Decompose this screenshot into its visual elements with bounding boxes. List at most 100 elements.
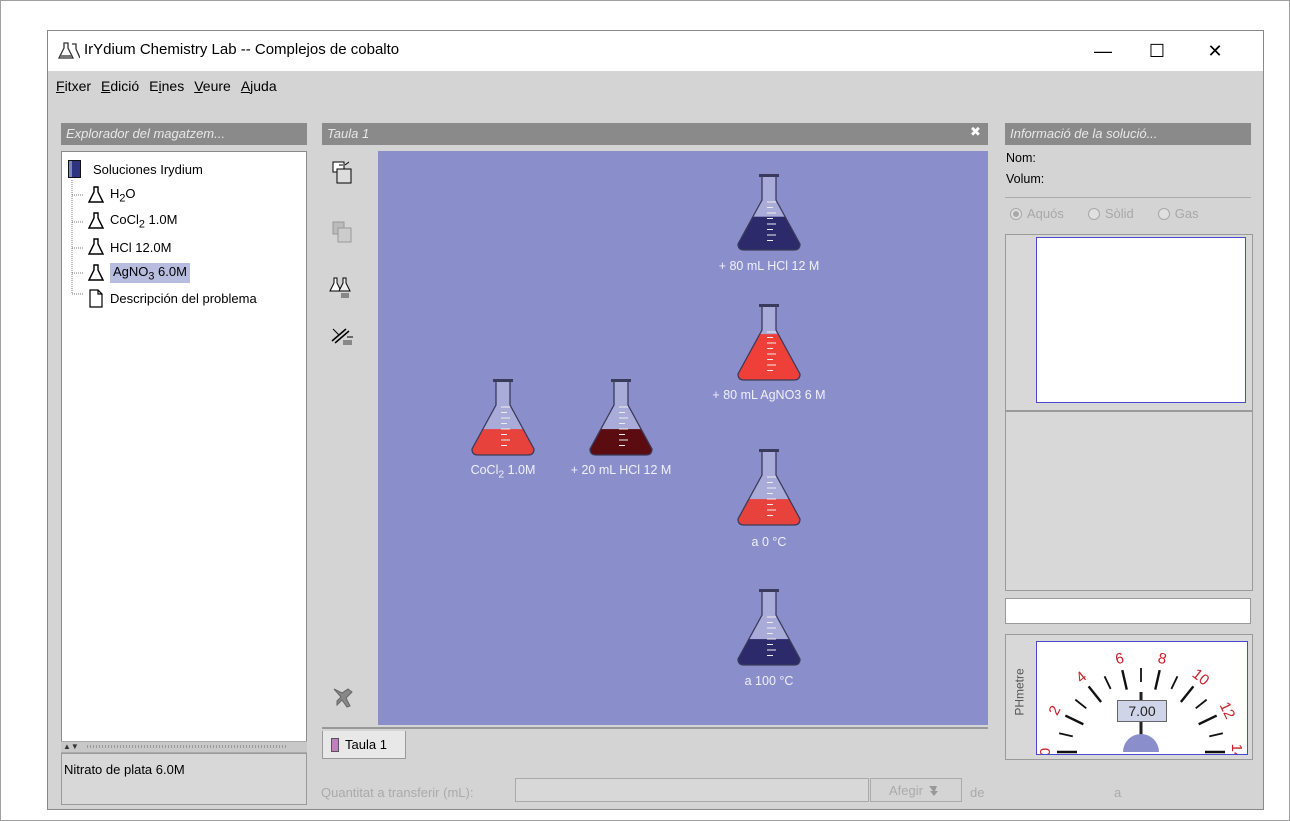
- maximize-icon: ☐: [1148, 40, 1166, 61]
- ph-gauge: 0 2 4 6 8 1012 14: [1037, 650, 1245, 754]
- info-divider: [1005, 197, 1251, 198]
- info-header: Informació de la solució...: [1005, 123, 1251, 145]
- tree-item-agno3[interactable]: AgNO3 6.0M: [88, 262, 190, 284]
- tree-root-label: Soluciones Irydium: [93, 161, 203, 177]
- ph-tick: [1064, 714, 1084, 726]
- ph-tick: [1154, 669, 1161, 690]
- transfer-amount-input[interactable]: [515, 778, 869, 802]
- ph-meter-label: PHmetre: [1012, 668, 1027, 716]
- state-radio-group: Aquós Sòlid Gas: [1010, 206, 1260, 221]
- radio-dot-icon: [1157, 207, 1170, 220]
- menu-tools[interactable]: Eines: [149, 78, 184, 94]
- radio-label: Gas: [1174, 206, 1199, 221]
- app-flask-icon: [58, 42, 80, 59]
- erlenmeyer-flask[interactable]: [471, 379, 535, 456]
- transfer-from-label: de: [970, 785, 985, 800]
- splitter-handle[interactable]: ▲▼: [61, 741, 307, 753]
- flask-icon: [88, 186, 104, 203]
- tree-item-label: CoCl2 1.0M: [110, 211, 178, 231]
- tree-item-hcl[interactable]: HCl 12.0M: [88, 236, 171, 258]
- workbench-tab-icon: [331, 737, 339, 752]
- app-window: IrYdium Chemistry Lab -- Complejos de co…: [47, 30, 1264, 810]
- explorer-status: Nitrato de plata 6.0M: [64, 762, 185, 777]
- ph-tick: [1121, 669, 1128, 690]
- minimize-button[interactable]: —: [1080, 31, 1126, 71]
- erlenmeyer-flask[interactable]: [737, 304, 801, 381]
- flask-label: + 80 mL AgNO3 6 M: [712, 388, 826, 402]
- tree-item-label: Descripción del problema: [110, 290, 257, 306]
- workbench-canvas[interactable]: CoCl2 1.0M + 20 mL HCl 12 M + 80 mL HCl …: [378, 151, 988, 725]
- ph-tick: [1087, 685, 1103, 703]
- ph-label-column: PHmetre: [1006, 635, 1034, 757]
- menu-file[interactable]: Fitxer: [56, 78, 91, 94]
- erlenmeyer-flask[interactable]: [737, 589, 801, 666]
- flask-label: a 0 °C: [751, 535, 787, 549]
- ph-value: 7.00: [1117, 700, 1167, 722]
- menu-bar: Fitxer Edició Eines Veure Ajuda: [48, 71, 1263, 101]
- flask-icon: [88, 238, 104, 255]
- properties-panel: [1005, 411, 1253, 591]
- ph-tick: [1074, 698, 1087, 710]
- maximize-button[interactable]: ☐: [1134, 31, 1180, 71]
- workbench-title: Taula 1: [327, 126, 370, 141]
- burner-tool-icon[interactable]: [329, 323, 355, 349]
- erlenmeyer-flask[interactable]: [737, 449, 801, 526]
- ph-tick: [1209, 732, 1224, 738]
- transfer-bar: Quantitat a transferir (mL): Afegir de a: [318, 773, 1260, 805]
- ph-tick-label: 12: [1216, 699, 1239, 721]
- erlenmeyer-flask[interactable]: [589, 379, 653, 456]
- transfer-label: Quantitat a transferir (mL):: [321, 785, 474, 800]
- ph-tick-label: 14: [1228, 744, 1245, 754]
- flask-liquid: [738, 216, 800, 250]
- explorer-tree[interactable]: Soluciones Irydium H2O CoCl2 1.0M HCl 12…: [61, 151, 307, 743]
- menu-view[interactable]: Veure: [194, 78, 231, 94]
- radio-solid[interactable]: Sòlid: [1087, 206, 1134, 221]
- ph-tick: [1179, 685, 1195, 703]
- transfer-to-label: a: [1114, 785, 1122, 800]
- name-label: Nom:: [1006, 151, 1036, 165]
- tree-root[interactable]: Soluciones Irydium: [68, 158, 203, 180]
- contents-chart-frame: [1005, 234, 1253, 411]
- volume-label: Volum:: [1006, 172, 1045, 186]
- splitter-grip: [87, 745, 288, 749]
- tree-item-label: AgNO3 6.0M: [110, 262, 190, 284]
- tree-item-cocl2[interactable]: CoCl2 1.0M: [88, 210, 177, 232]
- ph-tick-label: 6: [1114, 650, 1126, 668]
- title-bar[interactable]: IrYdium Chemistry Lab -- Complejos de co…: [48, 31, 1263, 71]
- document-icon: [89, 288, 103, 308]
- menu-help[interactable]: Ajuda: [241, 78, 277, 94]
- explorer-header: Explorador del magatzem...: [61, 123, 307, 145]
- ph-tick-label: 8: [1156, 650, 1168, 668]
- new-solution-icon[interactable]: [331, 159, 353, 187]
- ph-tick-label: 4: [1073, 668, 1090, 686]
- tree-item-h2o[interactable]: H2O: [88, 184, 136, 206]
- ph-meter: PHmetre 0 2 4 6 8 10 12 14 7.00: [1005, 634, 1253, 760]
- ph-tick-label: 10: [1189, 665, 1213, 689]
- add-flask-icon[interactable]: [329, 276, 355, 302]
- add-button[interactable]: Afegir: [870, 778, 962, 802]
- repository-icon: [68, 160, 81, 178]
- radio-aqueous[interactable]: Aquós: [1010, 206, 1064, 221]
- explorer-status-box: Nitrato de plata 6.0M: [61, 753, 307, 805]
- pin-icon[interactable]: [331, 686, 355, 708]
- contents-chart-area: [1036, 237, 1246, 403]
- flask-icon: [88, 264, 104, 281]
- radio-gas[interactable]: Gas: [1157, 206, 1199, 221]
- flasks-layer: [471, 174, 801, 666]
- erlenmeyer-flask[interactable]: [737, 174, 801, 251]
- tab-label: Taula 1: [345, 737, 387, 752]
- flask-label: CoCl2 1.0M: [470, 463, 536, 481]
- workbench-close-icon[interactable]: ✖: [970, 124, 981, 140]
- info-text-field[interactable]: [1005, 598, 1251, 624]
- radio-dot-icon: [1010, 207, 1022, 220]
- close-button[interactable]: ✕: [1192, 31, 1238, 71]
- menu-edit[interactable]: Edició: [101, 78, 139, 94]
- flask-icon: [88, 212, 104, 229]
- copy-solution-icon: [332, 221, 352, 243]
- ph-tick-label: 0: [1037, 748, 1054, 754]
- tab-taula-1[interactable]: Taula 1: [322, 731, 406, 759]
- tree-item-description[interactable]: Descripción del problema: [88, 287, 257, 309]
- ph-tick-label: 2: [1045, 703, 1064, 718]
- splitter-arrows-icon[interactable]: ▲▼: [63, 742, 79, 751]
- radio-dot-icon: [1087, 207, 1100, 220]
